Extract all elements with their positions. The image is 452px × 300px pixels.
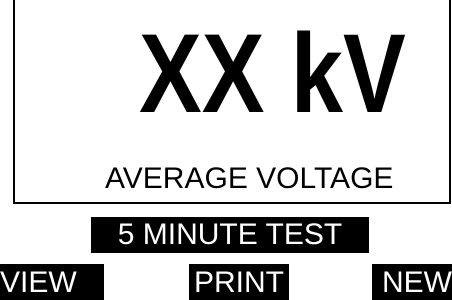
voltage-readout-panel: XX kV AVERAGE VOLTAGE (13, 0, 451, 204)
new-button[interactable]: NEW (372, 264, 452, 300)
voltage-label: AVERAGE VOLTAGE (105, 162, 394, 195)
print-button[interactable]: PRINT (189, 264, 289, 300)
voltage-value: XX kV (139, 11, 406, 136)
view-button[interactable]: VIEW (0, 264, 104, 300)
test-mode-badge: 5 MINUTE TEST (91, 217, 369, 253)
